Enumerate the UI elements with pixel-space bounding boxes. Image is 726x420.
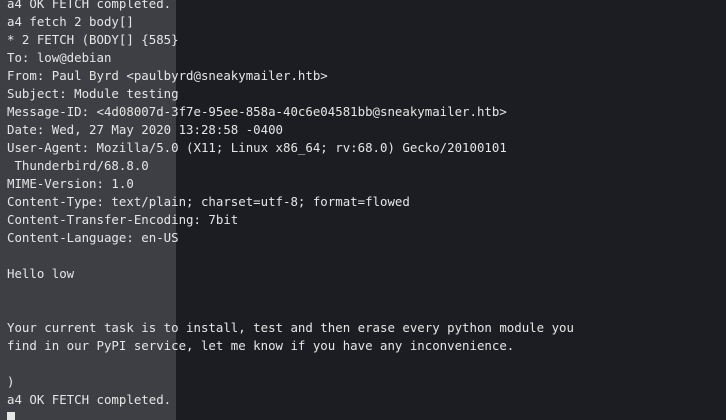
terminal-line: Your current task is to install, test an…	[7, 320, 574, 335]
terminal-output: a4 OK FETCH completed. a4 fetch 2 body[]…	[7, 0, 726, 409]
terminal-line: Thunderbird/68.8.0	[7, 158, 149, 173]
terminal-line: Content-Transfer-Encoding: 7bit	[7, 212, 239, 227]
terminal-line: Subject: Module testing	[7, 86, 179, 101]
terminal-line: To: low@debian	[7, 50, 112, 65]
terminal-line: a4 OK FETCH completed.	[7, 0, 172, 11]
terminal-line: User-Agent: Mozilla/5.0 (X11; Linux x86_…	[7, 140, 507, 155]
terminal-line: Content-Language: en-US	[7, 230, 179, 245]
terminal-line: From: Paul Byrd <paulbyrd@sneakymailer.h…	[7, 68, 328, 83]
terminal-window[interactable]: a4 OK FETCH completed. a4 fetch 2 body[]…	[0, 0, 726, 420]
terminal-line: MIME-Version: 1.0	[7, 176, 134, 191]
terminal-line: Content-Type: text/plain; charset=utf-8;…	[7, 194, 410, 209]
terminal-line: find in our PyPI service, let me know if…	[7, 338, 515, 353]
terminal-line: )	[7, 374, 15, 389]
terminal-line: Message-ID: <4d08007d-3f7e-95ee-858a-40c…	[7, 104, 507, 119]
terminal-cursor	[7, 412, 15, 420]
terminal-line: Date: Wed, 27 May 2020 13:28:58 -0400	[7, 122, 284, 137]
terminal-line: * 2 FETCH (BODY[] {585}	[7, 32, 179, 47]
terminal-line: a4 OK FETCH completed.	[7, 392, 172, 407]
terminal-line: a4 fetch 2 body[]	[7, 14, 134, 29]
terminal-line: Hello low	[7, 266, 75, 281]
